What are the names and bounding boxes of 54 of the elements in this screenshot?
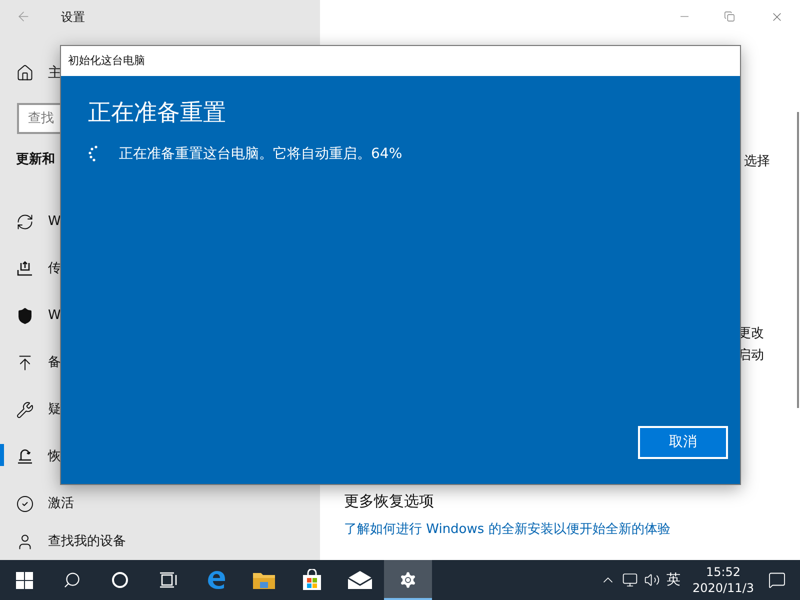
section-heading: 更多恢复选项 [344, 490, 435, 512]
envelope-icon [347, 570, 373, 590]
nav-label: 传 [48, 260, 61, 278]
nav-item[interactable]: 激活 [0, 480, 320, 527]
nav-item[interactable]: W [0, 292, 320, 339]
nav-label: W [48, 212, 61, 231]
nav-label: 查找我的设备 [48, 533, 126, 552]
nav-item[interactable]: W [0, 198, 320, 245]
task-view-icon [158, 571, 178, 589]
search-icon [63, 571, 81, 589]
restore-icon[interactable] [724, 11, 735, 22]
clock[interactable]: 15:52 2020/11/3 [692, 564, 754, 596]
dialog-heading: 正在准备重置 [88, 99, 227, 128]
home-label[interactable]: 主 [48, 62, 62, 84]
nav-label: 备 [48, 354, 61, 372]
network-icon[interactable] [622, 572, 638, 588]
shield-icon [16, 306, 34, 324]
windows-logo-icon[interactable] [16, 572, 33, 588]
selection-indicator [0, 444, 4, 466]
active-indicator [384, 598, 432, 600]
nav-item[interactable]: 传 [0, 245, 320, 292]
body-text: 选择 [744, 153, 771, 171]
store-icon [301, 569, 323, 591]
nav-item[interactable]: 疑 [0, 386, 320, 433]
sync-icon [16, 212, 34, 230]
date: 2020/11/3 [692, 580, 754, 596]
nav-label: 激活 [48, 494, 74, 513]
folder-icon [252, 570, 276, 590]
taskbar-button[interactable] [384, 560, 432, 600]
section-header: 更新和 [16, 150, 55, 169]
edge-icon [205, 569, 227, 591]
nav-label: W [48, 306, 61, 325]
recovery-icon [16, 448, 34, 466]
home-icon[interactable] [16, 64, 34, 82]
check-circle-icon [16, 494, 34, 512]
cancel-button[interactable]: 取消 [638, 426, 728, 459]
wrench-icon [16, 400, 34, 418]
spinner-icon [88, 145, 100, 163]
settings-icon [398, 570, 418, 590]
notification-icon[interactable] [768, 571, 786, 589]
input-language[interactable]: 英 [666, 570, 680, 590]
learn-link[interactable]: 了解如何进行 Windows 的全新安装以便开始全新的体验 [344, 520, 800, 540]
scrollbar[interactable] [797, 112, 799, 408]
tray-upload-icon [16, 260, 34, 278]
time: 15:52 [706, 564, 741, 580]
dialog-title: 初始化这台电脑 [68, 52, 145, 69]
volume-icon[interactable] [644, 572, 660, 588]
window-title: 设置 [61, 8, 85, 26]
nav-item[interactable]: 查找我的设备 [0, 527, 320, 557]
circle-icon [111, 571, 129, 589]
nav-item[interactable]: 备 [0, 339, 320, 386]
nav-label: 恢 [48, 448, 61, 466]
nav-label: 疑 [48, 400, 61, 419]
progress-message: 正在准备重置这台电脑。它将自动重启。64% [119, 144, 402, 164]
